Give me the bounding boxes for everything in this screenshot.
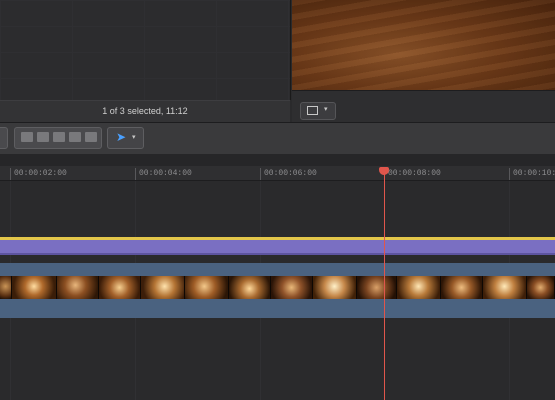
- film-frame: [0, 276, 12, 299]
- crop-rectangle-icon: [307, 106, 318, 115]
- ruler-tick: [135, 168, 136, 180]
- film-frame: [12, 276, 57, 299]
- audio-clip[interactable]: [0, 240, 555, 253]
- playhead[interactable]: [384, 170, 385, 400]
- selection-status-text: 1 of 3 selected, 11:12: [102, 106, 188, 116]
- film-frame: [99, 276, 141, 299]
- toolbar-edge-button[interactable]: [0, 127, 8, 149]
- ruler-timecode: 00:00:08:00: [388, 169, 441, 178]
- overwrite-clip-icon[interactable]: [69, 132, 81, 142]
- edit-buttons-group[interactable]: [14, 127, 102, 149]
- connect-clip-icon[interactable]: [21, 132, 33, 142]
- ruler-timecode: 00:00:02:00: [14, 169, 67, 178]
- ruler-tick: [260, 168, 261, 180]
- timeline-header-bar: [0, 154, 555, 166]
- ruler-timecode: 00:00:10:00: [513, 169, 555, 178]
- film-frame: [229, 276, 271, 299]
- film-frame: [185, 276, 229, 299]
- film-frame: [271, 276, 313, 299]
- browser-clip-grid: [0, 0, 290, 100]
- video-clip-audio-waveform[interactable]: [0, 299, 555, 318]
- crop-menu-button[interactable]: ▾: [300, 102, 336, 120]
- edit-mode-caret-icon[interactable]: [85, 132, 97, 142]
- chevron-down-icon: ▾: [132, 134, 136, 141]
- arrow-pointer-icon: ➤: [116, 130, 127, 144]
- film-frame: [141, 276, 185, 299]
- ruler-tick: [509, 168, 510, 180]
- ruler-timecode: 00:00:04:00: [139, 169, 192, 178]
- film-frame: [397, 276, 441, 299]
- film-frame: [57, 276, 99, 299]
- ruler-tick: [10, 168, 11, 180]
- chevron-down-icon: ▾: [324, 106, 328, 113]
- video-clip-filmstrip[interactable]: [0, 276, 555, 299]
- video-clip-header[interactable]: [0, 263, 555, 276]
- film-frame: [357, 276, 397, 299]
- film-frame: [313, 276, 357, 299]
- tool-select-button[interactable]: ➤ ▾: [107, 127, 144, 149]
- viewer-image-texture: [292, 0, 555, 90]
- film-frame: [527, 276, 555, 299]
- insert-clip-icon[interactable]: [37, 132, 49, 142]
- append-clip-icon[interactable]: [53, 132, 65, 142]
- ruler-timecode: 00:00:06:00: [264, 169, 317, 178]
- audio-clip-bottom-edge: [0, 253, 555, 255]
- film-frame: [441, 276, 483, 299]
- film-frame: [483, 276, 527, 299]
